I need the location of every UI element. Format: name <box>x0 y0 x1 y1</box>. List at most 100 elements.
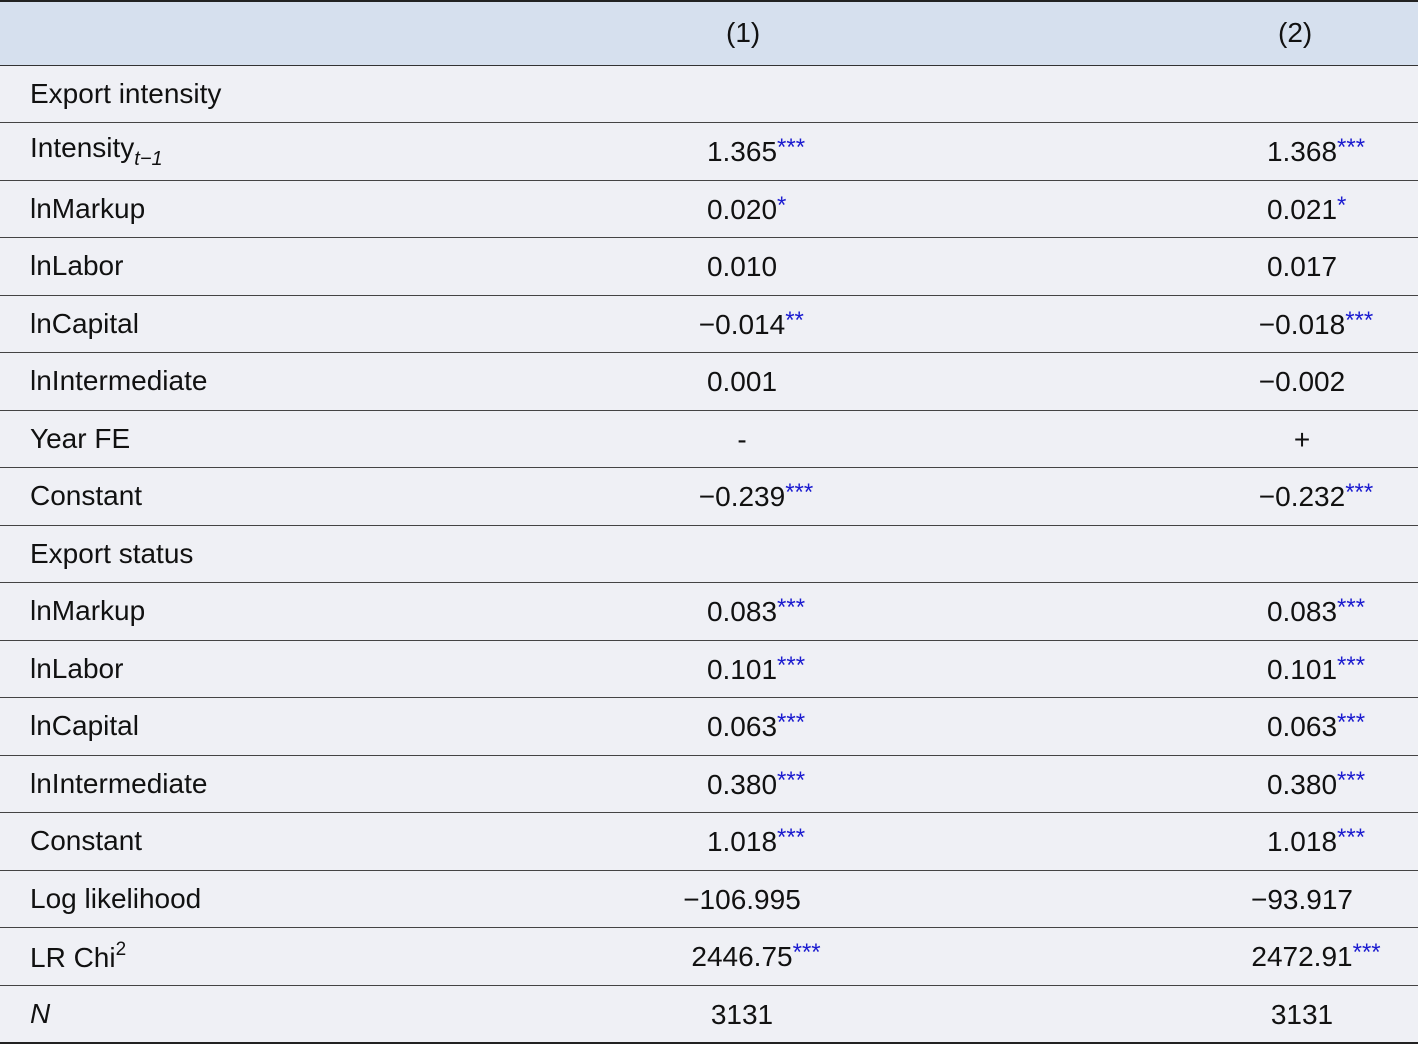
row-label-text: lnMarkup <box>30 595 146 627</box>
row-label-text: Export status <box>30 537 194 569</box>
row-label-text: lnLabor <box>30 250 124 282</box>
value-cell-col-2: 2472.91*** <box>1057 927 1418 986</box>
value-cell-col-2: 0.021* <box>1057 180 1418 238</box>
value-number: 1.368 <box>1266 136 1338 168</box>
value-wrap: −0.002 <box>1259 364 1345 398</box>
value-number: −0.002 <box>1258 366 1346 398</box>
header-col-label <box>0 0 430 66</box>
value-number: 2446.75 <box>691 941 793 973</box>
significance-stars: *** <box>777 709 806 737</box>
value-number: 1.018 <box>1266 826 1338 858</box>
significance-stars: *** <box>1352 939 1381 967</box>
value-cell-col-2 <box>1057 65 1418 123</box>
significance-stars: *** <box>777 766 806 794</box>
row-label-text: Export intensity <box>30 77 222 109</box>
row-label: lnIntermediate <box>0 755 430 813</box>
value-cell-col-1: 0.083*** <box>430 582 1057 641</box>
value-cell-col-1 <box>430 525 1057 583</box>
value-number: 2472.91 <box>1251 941 1353 973</box>
value-cell-col-1: 0.063*** <box>430 697 1057 756</box>
value-wrap: 0.021* <box>1267 192 1346 226</box>
value-number: −0.232 <box>1258 481 1346 513</box>
value-number: - <box>737 423 747 455</box>
significance-stars: *** <box>1337 709 1366 737</box>
value-wrap: −0.239*** <box>699 479 813 513</box>
significance-stars: *** <box>1337 824 1366 852</box>
significance-stars: * <box>777 191 787 219</box>
row-label: lnMarkup <box>0 180 430 238</box>
value-cell-col-1: 3131 <box>430 985 1057 1044</box>
value-cell-col-1: 1.365*** <box>430 122 1057 181</box>
value-wrap: 0.380*** <box>1267 767 1365 801</box>
table-row: lnIntermediate 0.380*** 0.380*** <box>0 755 1418 813</box>
row-label-text: lnMarkup <box>30 192 146 224</box>
value-number: 0.083 <box>1266 596 1338 628</box>
significance-stars: *** <box>1337 651 1366 679</box>
table-row: Log likelihood −106.995 −93.917 <box>0 870 1418 928</box>
header-col-2: (2) <box>1057 0 1418 66</box>
value-number: 0.001 <box>706 366 778 398</box>
table-row: Constant −0.239*** −0.232*** <box>0 467 1418 526</box>
significance-stars: ** <box>785 306 804 334</box>
row-label: Export intensity <box>0 65 430 123</box>
value-number: 3131 <box>1270 998 1334 1030</box>
value-wrap: −0.014** <box>699 307 804 341</box>
significance-stars: *** <box>777 824 806 852</box>
value-wrap: 0.063*** <box>707 709 805 743</box>
value-cell-col-2: −93.917 <box>1057 870 1418 928</box>
value-wrap: −106.995 <box>683 882 801 916</box>
value-number: 0.010 <box>706 251 778 283</box>
value-wrap: 1.365*** <box>707 134 805 168</box>
value-number: −106.995 <box>683 883 801 915</box>
value-cell-col-1: 0.001 <box>430 352 1057 411</box>
value-number: 0.101 <box>706 653 778 685</box>
value-wrap: 0.010 <box>707 249 777 283</box>
value-cell-col-2: 0.380*** <box>1057 755 1418 813</box>
value-wrap: - <box>737 422 746 456</box>
value-cell-col-2: + <box>1057 410 1418 468</box>
value-cell-col-2: 0.017 <box>1057 237 1418 296</box>
value-number: 1.018 <box>706 826 778 858</box>
value-wrap: 3131 <box>711 997 773 1031</box>
value-wrap: 0.083*** <box>707 594 805 628</box>
table-row: lnLabor 0.101*** 0.101*** <box>0 640 1418 698</box>
row-label-subscript: t−1 <box>134 147 163 170</box>
value-number: 0.083 <box>706 596 778 628</box>
value-cell-col-2: 0.063*** <box>1057 697 1418 756</box>
row-label: Constant <box>0 812 430 871</box>
row-label: Log likelihood <box>0 870 430 928</box>
significance-stars: *** <box>777 134 806 162</box>
row-label-text: lnIntermediate <box>30 365 208 397</box>
row-label: N <box>0 985 430 1044</box>
row-label: Export status <box>0 525 430 583</box>
value-cell-col-1: - <box>430 410 1057 468</box>
table-row: lnMarkup 0.020* 0.021* <box>0 180 1418 238</box>
value-cell-col-2: 0.101*** <box>1057 640 1418 698</box>
significance-stars: *** <box>1345 306 1374 334</box>
table-row: Export intensity <box>0 65 1418 123</box>
value-wrap: 0.380*** <box>707 767 805 801</box>
value-cell-col-2: −0.002 <box>1057 352 1418 411</box>
header-col-1: (1) <box>430 0 1057 66</box>
value-number: 0.063 <box>706 711 778 743</box>
value-wrap: 1.018*** <box>707 824 805 858</box>
row-label: lnLabor <box>0 237 430 296</box>
significance-stars: *** <box>777 594 806 622</box>
value-wrap: 0.001 <box>707 364 777 398</box>
significance-stars: *** <box>785 479 814 507</box>
value-number: 3131 <box>710 998 774 1030</box>
value-wrap: −93.917 <box>1251 882 1353 916</box>
row-label-superscript: 2 <box>115 938 127 960</box>
value-cell-col-2: 1.018*** <box>1057 812 1418 871</box>
row-label: lnCapital <box>0 295 430 353</box>
row-label-text: LR Chi <box>30 941 116 973</box>
table-row: Year FE - + <box>0 410 1418 468</box>
value-wrap: 3131 <box>1271 997 1333 1031</box>
row-label-text: Intensity <box>30 131 135 163</box>
row-label: lnMarkup <box>0 582 430 641</box>
value-cell-col-1 <box>430 65 1057 123</box>
header-row: (1) (2) <box>0 0 1418 66</box>
row-label: Year FE <box>0 410 430 468</box>
value-cell-col-1: 0.020* <box>430 180 1057 238</box>
table-row: lnIntermediate 0.001 −0.002 <box>0 352 1418 411</box>
